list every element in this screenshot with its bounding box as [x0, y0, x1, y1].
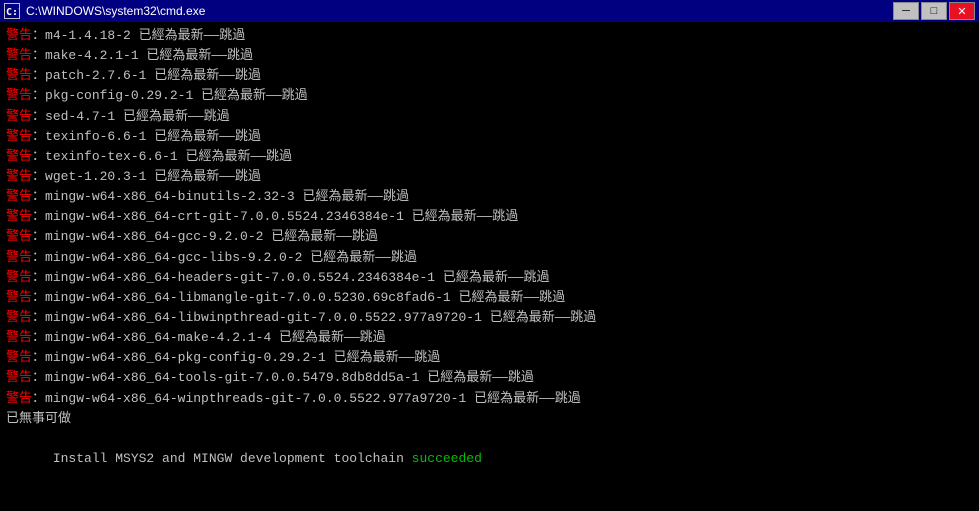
- warning-line: 警告：make-4.2.1-1 已經為最新——跳過: [6, 46, 973, 66]
- cmd-icon: C:\: [4, 3, 20, 19]
- warning-line: 警告：patch-2.7.6-1 已經為最新——跳過: [6, 66, 973, 86]
- warning-line: 警告：wget-1.20.3-1 已經為最新——跳過: [6, 167, 973, 187]
- warning-line: 警告：mingw-w64-x86_64-gcc-9.2.0-2 已經為最新——跳…: [6, 227, 973, 247]
- titlebar-left: C:\ C:\WINDOWS\system32\cmd.exe: [4, 3, 205, 19]
- svg-text:C:\: C:\: [6, 7, 19, 18]
- no-error-line: 已無事可做: [6, 409, 973, 429]
- minimize-button[interactable]: ─: [893, 2, 919, 20]
- empty-line-1: [6, 489, 973, 509]
- warning-line: 警告：pkg-config-0.29.2-1 已經為最新——跳過: [6, 86, 973, 106]
- warning-line: 警告：mingw-w64-x86_64-libmangle-git-7.0.0.…: [6, 288, 973, 308]
- window-title: C:\WINDOWS\system32\cmd.exe: [26, 4, 205, 18]
- maximize-button[interactable]: □: [921, 2, 947, 20]
- titlebar: C:\ C:\WINDOWS\system32\cmd.exe ─ □ ✕: [0, 0, 979, 22]
- warning-line: 警告：mingw-w64-x86_64-crt-git-7.0.0.5524.2…: [6, 207, 973, 227]
- warning-line: 警告：m4-1.4.18-2 已經為最新——跳過: [6, 26, 973, 46]
- warning-line: 警告：mingw-w64-x86_64-tools-git-7.0.0.5479…: [6, 368, 973, 388]
- warning-line: 警告：mingw-w64-x86_64-make-4.2.1-4 已經為最新——…: [6, 328, 973, 348]
- warning-line: 警告：mingw-w64-x86_64-winpthreads-git-7.0.…: [6, 389, 973, 409]
- install-success-line: Install MSYS2 and MINGW development tool…: [6, 429, 973, 489]
- warning-line: 警告：mingw-w64-x86_64-binutils-2.32-3 已經為最…: [6, 187, 973, 207]
- warning-line: 警告：mingw-w64-x86_64-pkg-config-0.29.2-1 …: [6, 348, 973, 368]
- install-prefix: Install MSYS2 and MINGW development tool…: [53, 451, 412, 466]
- warning-line: 警告：mingw-w64-x86_64-headers-git-7.0.0.55…: [6, 268, 973, 288]
- warning-line: 警告：sed-4.7-1 已經為最新——跳過: [6, 107, 973, 127]
- success-word: succeeded: [412, 451, 482, 466]
- warning-line: 警告：texinfo-tex-6.6-1 已經為最新——跳過: [6, 147, 973, 167]
- window: C:\ C:\WINDOWS\system32\cmd.exe ─ □ ✕ 警告…: [0, 0, 979, 511]
- console-output: 警告：m4-1.4.18-2 已經為最新——跳過警告：make-4.2.1-1 …: [0, 22, 979, 511]
- warning-line: 警告：texinfo-6.6-1 已經為最新——跳過: [6, 127, 973, 147]
- close-button[interactable]: ✕: [949, 2, 975, 20]
- titlebar-controls: ─ □ ✕: [893, 2, 975, 20]
- warning-line: 警告：mingw-w64-x86_64-gcc-libs-9.2.0-2 已經為…: [6, 248, 973, 268]
- warning-line: 警告：mingw-w64-x86_64-libwinpthread-git-7.…: [6, 308, 973, 328]
